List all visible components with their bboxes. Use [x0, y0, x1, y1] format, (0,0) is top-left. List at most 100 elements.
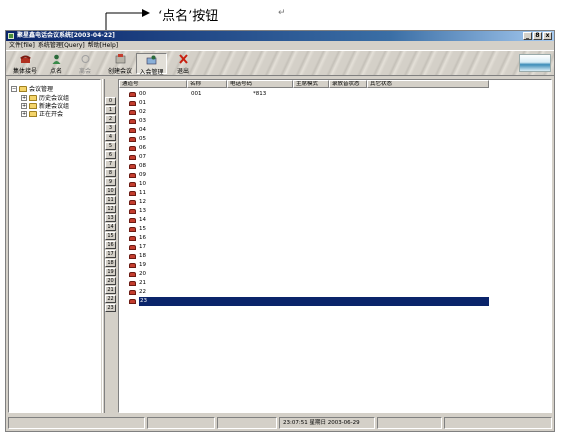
menu-bar: 文件[file] 系统管理[Query] 帮助[Help]: [6, 41, 554, 50]
roll-call-number-button[interactable]: 12: [105, 205, 116, 213]
table-row[interactable]: 06: [119, 144, 489, 153]
roll-call-number-button[interactable]: 1: [105, 106, 116, 114]
table-row[interactable]: 11: [119, 189, 489, 198]
roll-call-column: 0 1 2 3 4 5 6 7 8 9 10 11 12 13 14 15 16 17 18 19 20 21 22 23: [105, 79, 117, 413]
roll-call-number-button[interactable]: 11: [105, 196, 116, 204]
table-row[interactable]: 12: [119, 198, 489, 207]
tree-node-label: 会议管理: [29, 86, 54, 93]
tree-node-root[interactable]: − 会议管理: [11, 84, 53, 93]
table-row[interactable]: 05: [119, 135, 489, 144]
meeting-tree: − 会议管理 + 历史会议组 + 新建会议组 + 正在开会: [8, 79, 101, 413]
table-row[interactable]: 02: [119, 108, 489, 117]
expand-icon[interactable]: +: [21, 94, 27, 101]
roll-call-number-button[interactable]: 15: [105, 232, 116, 240]
join-management-button[interactable]: 入会管理: [136, 53, 167, 76]
roll-call-number-button[interactable]: 20: [105, 277, 116, 285]
roll-call-number-button[interactable]: 2: [105, 115, 116, 123]
expand-icon[interactable]: +: [21, 102, 27, 109]
column-recording-state[interactable]: 录放音状态: [329, 80, 367, 88]
phone-icon: [129, 182, 136, 187]
menu-help[interactable]: 帮助[Help]: [88, 41, 118, 50]
status-cell: [8, 417, 146, 429]
table-row[interactable]: 14: [119, 216, 489, 225]
cell-channel: 05: [139, 136, 146, 142]
roll-call-number-button[interactable]: 9: [105, 178, 116, 186]
minimize-button[interactable]: _: [523, 32, 532, 40]
annotation: ‘点名’按钮 ↵: [0, 0, 561, 100]
table-row[interactable]: 07: [119, 153, 489, 162]
roll-call-number-button[interactable]: 6: [105, 151, 116, 159]
phone-icon: [129, 272, 136, 277]
roll-call-number-button[interactable]: 23: [105, 304, 116, 312]
cell-channel: 11: [139, 190, 146, 196]
column-chair-mode[interactable]: 主席模式: [293, 80, 329, 88]
table-row[interactable]: 13: [119, 207, 489, 216]
cell-channel: 20: [139, 271, 146, 277]
cell-channel: 02: [139, 109, 146, 115]
table-row[interactable]: 08: [119, 162, 489, 171]
close-button[interactable]: x: [543, 32, 552, 40]
roll-call-number-button[interactable]: 0: [105, 97, 116, 105]
table-row[interactable]: 22: [119, 288, 489, 297]
roll-call-number-button[interactable]: 18: [105, 259, 116, 267]
expand-icon[interactable]: +: [21, 110, 27, 117]
column-phone[interactable]: 电话号码: [227, 80, 293, 88]
roll-call-number-button[interactable]: 13: [105, 214, 116, 222]
roll-call-number-button[interactable]: 16: [105, 241, 116, 249]
title-bar: 聚星鑫电话会议系统[2003-04-22] _ 8 x: [6, 31, 554, 41]
cell-channel: 00: [139, 91, 146, 97]
phone-icon: [129, 227, 136, 232]
annotation-label: ‘点名’按钮: [158, 9, 219, 24]
phone-icon: [129, 191, 136, 196]
menu-file[interactable]: 文件[file]: [9, 41, 35, 50]
table-row[interactable]: 20: [119, 270, 489, 279]
table-row[interactable]: 23: [119, 297, 489, 306]
cell-channel: 12: [139, 199, 146, 205]
roll-call-number-button[interactable]: 5: [105, 142, 116, 150]
roll-call-button[interactable]: 点名: [46, 53, 66, 75]
table-row[interactable]: 00 001 *813: [119, 90, 489, 99]
toolbar: 集体接号 点名 离会 创建会议 入会管理 退出: [6, 50, 554, 76]
brand-logo: [519, 54, 551, 72]
phone-icon: [129, 92, 136, 97]
column-other-state[interactable]: 其它状态: [367, 80, 489, 88]
table-row[interactable]: 18: [119, 252, 489, 261]
column-name[interactable]: 名称: [187, 80, 227, 88]
roll-call-number-button[interactable]: 17: [105, 250, 116, 258]
column-channel[interactable]: 通道号: [119, 80, 187, 88]
toolbar-button-label: 点名: [49, 68, 62, 75]
phone-icon: [129, 290, 136, 295]
toolbar-button-label: 集体接号: [12, 68, 37, 75]
table-row[interactable]: 04: [119, 126, 489, 135]
roll-call-number-button[interactable]: 10: [105, 187, 116, 195]
table-row[interactable]: 17: [119, 243, 489, 252]
menu-system[interactable]: 系统管理[Query]: [38, 41, 85, 50]
table-row[interactable]: 01: [119, 99, 489, 108]
exit-button[interactable]: 退出: [174, 53, 192, 75]
cell-channel: 09: [139, 172, 146, 178]
collective-answer-button[interactable]: 集体接号: [10, 53, 40, 75]
roll-call-number-button[interactable]: 21: [105, 286, 116, 294]
table-row[interactable]: 19: [119, 261, 489, 270]
roll-call-number-button[interactable]: 8: [105, 169, 116, 177]
create-meeting-button[interactable]: 创建会议: [106, 53, 134, 75]
leave-meeting-button[interactable]: 离会: [76, 53, 94, 75]
roll-call-number-button[interactable]: 7: [105, 160, 116, 168]
collapse-icon[interactable]: −: [11, 85, 17, 92]
exit-icon: [178, 54, 188, 64]
roll-call-number-button[interactable]: 19: [105, 268, 116, 276]
roll-call-number-button[interactable]: 4: [105, 133, 116, 141]
roll-call-number-button[interactable]: 3: [105, 124, 116, 132]
table-row[interactable]: 09: [119, 171, 489, 180]
table-row[interactable]: 21: [119, 279, 489, 288]
status-cell: [217, 417, 277, 429]
table-row[interactable]: 15: [119, 225, 489, 234]
create-meeting-icon: [115, 54, 125, 64]
roll-call-number-button[interactable]: 22: [105, 295, 116, 303]
table-row[interactable]: 10: [119, 180, 489, 189]
table-row[interactable]: 16: [119, 234, 489, 243]
maximize-button[interactable]: 8: [533, 32, 542, 40]
tree-node-active[interactable]: + 正在开会: [21, 109, 63, 118]
table-row[interactable]: 03: [119, 117, 489, 126]
roll-call-number-button[interactable]: 14: [105, 223, 116, 231]
